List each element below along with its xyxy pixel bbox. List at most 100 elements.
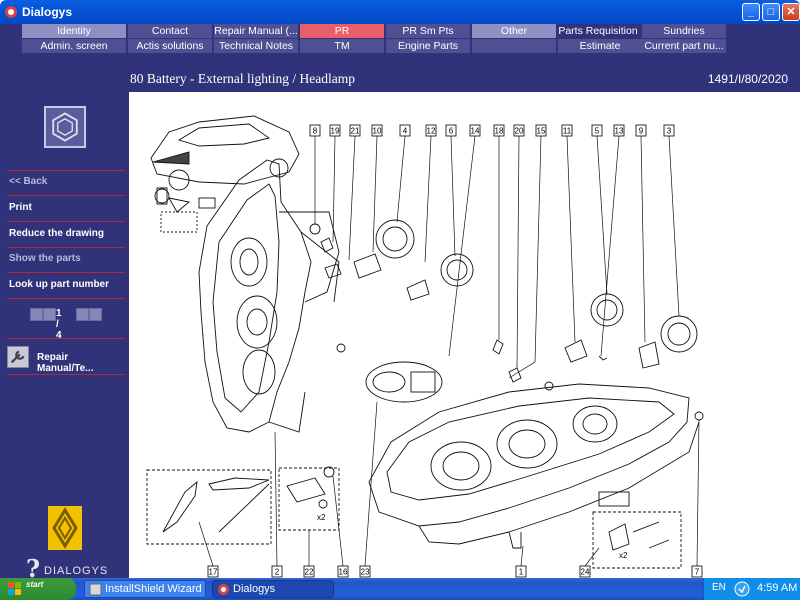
dialogys-logo: ? DIALOGYS: [26, 554, 109, 583]
last-page-button[interactable]: [89, 308, 102, 321]
language-indicator[interactable]: EN: [712, 582, 726, 593]
nav-actis-solutions[interactable]: Actis solutions: [128, 39, 212, 53]
nav-contact[interactable]: Contact: [128, 24, 212, 38]
next-page-button[interactable]: [76, 308, 89, 321]
callout-number: 3: [667, 127, 672, 136]
app-icon: [5, 6, 17, 18]
nav-technical-notes[interactable]: Technical Notes: [214, 39, 298, 53]
nav-pr-sm-pts[interactable]: PR Sm Pts: [386, 24, 470, 38]
system-tray: EN 4:59 AM: [703, 578, 800, 600]
show-parts-button[interactable]: Show the parts: [9, 253, 125, 264]
callout-number: 10: [373, 127, 382, 136]
quantity-note: x2: [317, 513, 326, 522]
wrench-icon: [7, 346, 29, 368]
callout-number: 24: [581, 568, 590, 577]
callout-number: 2: [275, 568, 280, 577]
callout-number: 21: [351, 127, 360, 136]
headlamp-housing-left: [198, 159, 340, 433]
app-frame: Identity Contact Repair Manual (... PR P…: [0, 24, 800, 600]
reduce-drawing-button[interactable]: Reduce the drawing: [9, 228, 125, 239]
bulbs-sockets: [309, 219, 704, 478]
headlamp-diagram: 8 19 21 10 4 12 6 14 18 20 15 11 5 13 9 3 17 2 22 16 23 1 24 7…: [146, 115, 704, 578]
top-callouts: 8 19 21 10 4 12 6 14 18 20 15 11 5 13 9 3: [309, 124, 675, 137]
divider: [7, 338, 125, 339]
divider: [7, 195, 125, 196]
nav-identity[interactable]: Identity: [22, 24, 126, 38]
divider: [7, 170, 125, 171]
main-nav: Identity Contact Repair Manual (... PR P…: [22, 24, 728, 54]
nav-pr[interactable]: PR: [300, 24, 384, 38]
callout-number: 8: [313, 127, 318, 136]
hex-nut-icon[interactable]: [44, 106, 86, 148]
sidebar: << Back Print Reduce the drawing Show th…: [0, 54, 130, 600]
page-indicator: 1 / 4: [56, 308, 62, 341]
callout-number: 18: [495, 127, 504, 136]
task-label: Dialogys: [233, 583, 276, 595]
callout-number: 6: [449, 127, 454, 136]
task-label: InstallShield Wizard: [105, 583, 202, 595]
divider: [7, 374, 125, 375]
repair-manual-label: Repair Manual/Te...: [37, 352, 94, 374]
nav-other[interactable]: Other: [472, 24, 556, 38]
divider: [7, 298, 125, 299]
start-button[interactable]: start: [0, 578, 76, 600]
repair-manual-button[interactable]: Repair Manual/Te...: [7, 344, 125, 374]
callout-number: 20: [515, 127, 524, 136]
drawing-reference: 1491/I/80/2020: [707, 72, 788, 86]
callout-number: 5: [595, 127, 600, 136]
callout-number: 7: [695, 568, 700, 577]
renault-logo: [48, 506, 82, 550]
callout-number: 23: [361, 568, 370, 577]
nav-engine-parts[interactable]: Engine Parts: [386, 39, 470, 53]
windows-logo-icon: [8, 582, 21, 595]
taskbar-item-installshield[interactable]: InstallShield Wizard: [84, 580, 206, 598]
callout-number: 15: [537, 127, 546, 136]
callout-number: 12: [427, 127, 436, 136]
divider: [7, 247, 125, 248]
window-title: Dialogys: [22, 5, 73, 19]
exploded-drawing[interactable]: 8 19 21 10 4 12 6 14 18 20 15 11 5 13 9 3 17 2 22 16 23 1 24 7…: [129, 92, 800, 578]
start-label: start: [26, 580, 44, 589]
installer-icon: [89, 583, 102, 596]
close-button[interactable]: ✕: [782, 3, 800, 21]
callout-number: 11: [563, 127, 572, 136]
nav-current-part-number[interactable]: Current part nu...: [642, 39, 726, 53]
page-title: 80 Battery - External lighting / Headlam…: [130, 71, 355, 86]
divider: [7, 221, 125, 222]
callout-number: 17: [209, 568, 218, 577]
car-sketch: [150, 115, 300, 191]
callout-number: 14: [471, 127, 480, 136]
quantity-note: x2: [619, 551, 628, 560]
first-page-button[interactable]: [30, 308, 43, 321]
nav-repair-manual[interactable]: Repair Manual (...: [214, 24, 298, 38]
back-button[interactable]: << Back: [9, 176, 125, 187]
nav-tm[interactable]: TM: [300, 39, 384, 53]
nav-parts-requisition[interactable]: Parts Requisition: [556, 24, 640, 38]
maximize-button[interactable]: □: [762, 3, 780, 21]
clock: 4:59 AM: [757, 582, 798, 594]
nav-empty-cell: [472, 39, 556, 53]
callout-number: 19: [331, 127, 340, 136]
dialogys-app-icon: [218, 584, 229, 595]
leader-lines: [198, 135, 700, 567]
nav-estimate[interactable]: Estimate: [558, 39, 642, 53]
callout-number: 1: [519, 568, 524, 577]
prev-page-button[interactable]: [43, 308, 56, 321]
taskbar: start InstallShield Wizard Dialogys EN 4…: [0, 578, 800, 600]
divider: [7, 272, 125, 273]
print-button[interactable]: Print: [9, 202, 125, 213]
look-up-part-button[interactable]: Look up part number: [9, 279, 125, 290]
minimize-button[interactable]: _: [742, 3, 760, 21]
nav-admin-screen[interactable]: Admin. screen: [22, 39, 126, 53]
callout-number: 22: [305, 568, 314, 577]
nav-sundries[interactable]: Sundries: [642, 24, 726, 38]
callout-number: 9: [639, 127, 644, 136]
title-bar: Dialogys _ □ ✕: [0, 0, 800, 24]
taskbar-item-dialogys[interactable]: Dialogys: [212, 580, 334, 598]
callout-number: 13: [615, 127, 624, 136]
network-icon[interactable]: [734, 581, 750, 597]
lamp-unit: [365, 361, 443, 403]
callout-number: 16: [339, 568, 348, 577]
callout-number: 4: [403, 127, 408, 136]
headlamp-assembly-right: [368, 383, 700, 549]
